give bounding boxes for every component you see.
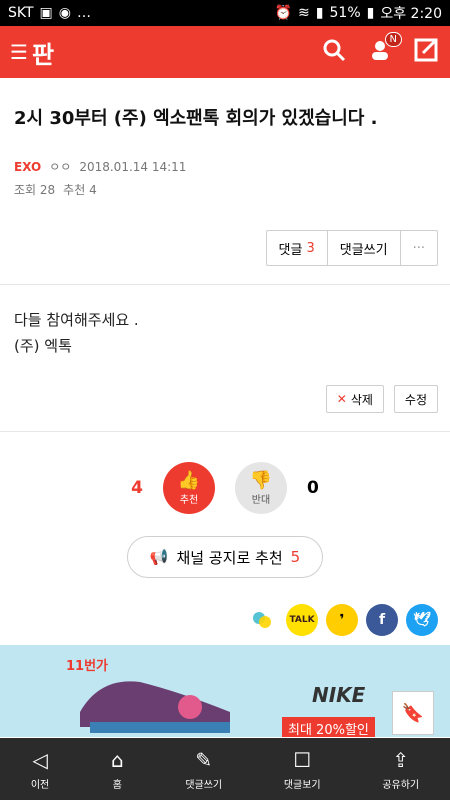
logo-group[interactable]: ☰ 판 [10, 35, 54, 70]
nav-share-label: 공유하기 [382, 779, 420, 791]
edit-comment-icon: ✎ [195, 747, 213, 772]
bookmark-icon[interactable]: 🔖 [392, 691, 434, 735]
write-comment-button[interactable]: 댓글쓰기 [328, 231, 401, 265]
sneaker-image [80, 681, 230, 733]
ellipsis-text: … [77, 5, 91, 21]
more-button[interactable]: ··· [401, 231, 437, 265]
megaphone-icon: 📢 [149, 548, 169, 566]
menu-icon[interactable]: ☰ [10, 40, 28, 64]
kakaotalk-share-button[interactable]: TALK [286, 604, 318, 636]
back-icon: ◁ [32, 747, 48, 772]
post-toolbar: 댓글 3 댓글쓰기 ··· [0, 230, 450, 266]
author-tag[interactable]: EXO [14, 160, 41, 174]
status-left: SKT ▣ ◉ … [8, 5, 91, 21]
edit-button[interactable]: 수정 [393, 385, 438, 413]
nav-back-label: 이전 [30, 779, 50, 791]
nav-home-label: 홈 [112, 779, 122, 791]
home-icon: ⌂ [110, 747, 124, 772]
meta-row-1: EXO ㅇㅇ 2018.01.14 14:11 [14, 158, 436, 175]
nav-share[interactable]: ⇪ 공유하기 [382, 748, 419, 791]
thumbs-up-icon: 👍 [177, 470, 201, 491]
upvote-button[interactable]: 👍 추천 [163, 462, 215, 514]
header-actions: N [322, 32, 440, 67]
post-actions: ✕ 삭제 수정 [0, 359, 450, 413]
downvote-count: 0 [307, 478, 319, 498]
facebook-share-button[interactable]: f [366, 604, 398, 636]
camera-notification-icon: ◉ [58, 5, 71, 21]
comments-button[interactable]: 댓글 3 [267, 231, 328, 265]
logo-text: 판 [31, 40, 55, 69]
nav-home[interactable]: ⌂ 홈 [111, 748, 124, 791]
delete-button[interactable]: ✕ 삭제 [325, 385, 384, 413]
ad-brand-nike: NIKE [312, 683, 366, 707]
views: 조회 28 [14, 183, 56, 197]
alarm-icon: ⏰ [274, 5, 293, 21]
notification-badge: N [384, 32, 402, 47]
profile-icon[interactable]: N [368, 32, 402, 66]
nav-view-comments-label: 댓글보기 [283, 779, 321, 791]
post-title: 2시 30부터 (주) 엑소팬톡 회의가 있겠습니다 . [14, 108, 378, 129]
wifi-icon: ≋ [298, 5, 310, 21]
battery-icon: ▮ [366, 5, 375, 21]
divider-2 [0, 431, 450, 432]
share-icon: ⇪ [392, 747, 410, 772]
upvote-count: 4 [131, 478, 143, 498]
recommend-count: 추천 4 [63, 183, 97, 197]
search-icon[interactable] [322, 38, 346, 66]
nav-back[interactable]: ◁ 이전 [31, 748, 49, 791]
comments-count: 3 [306, 240, 315, 256]
kakaostory-share-icon[interactable]: ❜ [326, 604, 358, 636]
vote-section: 4 👍 추천 👎 반대 0 [0, 462, 450, 514]
edit-label: 수정 [404, 392, 427, 407]
body-line-1: 다들 참여해주세요 . [14, 311, 139, 329]
downvote-button[interactable]: 👎 반대 [235, 462, 287, 514]
signal-icon: ▮ [315, 5, 324, 21]
status-right: ⏰ ≋ ▮ 51% ▮ 오후 2:20 [275, 3, 442, 23]
delete-x-icon: ✕ [336, 392, 347, 406]
body-line-2: (주) 엑톡 [14, 337, 72, 355]
comment-icon: ☐ [293, 747, 312, 772]
ad-banner[interactable]: 11번가 NIKE 최대 20%할인 🔖 [0, 645, 450, 737]
nickname: ㅇㅇ [49, 160, 72, 174]
nav-write-comment-label: 댓글쓰기 [185, 779, 223, 791]
status-time: 오후 2:20 [380, 6, 442, 22]
write-icon[interactable] [414, 37, 440, 67]
meta-row-2: 조회 28 추천 4 [14, 181, 436, 198]
comments-label: 댓글 [278, 242, 303, 258]
delete-label: 삭제 [350, 392, 373, 407]
channel-label: 채널 공지로 추천 [176, 548, 283, 567]
ad-promo-text: 최대 20%할인 [282, 717, 375, 737]
colors-share-icon[interactable] [246, 604, 278, 636]
thumbs-down-icon: 👎 [249, 470, 273, 491]
nav-view-comments[interactable]: ☐ 댓글보기 [284, 748, 321, 791]
app-header: ☰ 판 N [0, 26, 450, 78]
post-body: 다들 참여해주세요 . (주) 엑톡 [0, 285, 450, 359]
channel-count: 5 [290, 548, 301, 566]
channel-recommend-button[interactable]: 📢 채널 공지로 추천 5 [127, 536, 323, 578]
share-row: TALK ❜ f 🕊 [0, 578, 450, 636]
twitter-share-icon[interactable]: 🕊 [406, 604, 438, 636]
nav-write-comment[interactable]: ✎ 댓글쓰기 [185, 748, 222, 791]
comment-button-group: 댓글 3 댓글쓰기 ··· [265, 230, 438, 266]
carrier-text: SKT [8, 5, 34, 21]
post-meta: EXO ㅇㅇ 2018.01.14 14:11 조회 28 추천 4 [0, 130, 450, 198]
bottom-navigation: ◁ 이전 ⌂ 홈 ✎ 댓글쓰기 ☐ 댓글보기 ⇪ 공유하기 [0, 738, 450, 800]
pan-notification-icon: ▣ [39, 5, 53, 21]
battery-percent: 51% [329, 5, 361, 21]
datetime: 2018.01.14 14:11 [79, 159, 187, 174]
upvote-label: 추천 [179, 495, 199, 506]
status-bar: SKT ▣ ◉ … ⏰ ≋ ▮ 51% ▮ 오후 2:20 [0, 0, 450, 26]
downvote-label: 반대 [251, 495, 271, 506]
